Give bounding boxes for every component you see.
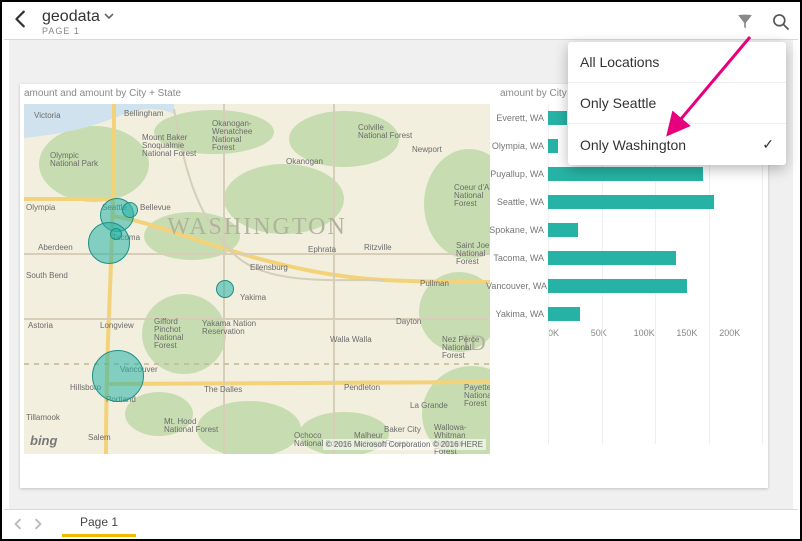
filter-option[interactable]: All Locations bbox=[568, 42, 786, 83]
filter-icon[interactable] bbox=[734, 11, 756, 33]
bar-row: Tacoma, WA bbox=[486, 244, 762, 272]
map-bubble[interactable] bbox=[110, 228, 122, 240]
page-subtitle: PAGE 1 bbox=[42, 26, 114, 36]
map-place-label: Nez Perce National Forest bbox=[442, 336, 479, 360]
map-bubble[interactable] bbox=[122, 202, 138, 218]
bing-logo: bing bbox=[30, 433, 57, 448]
map-credit: © 2016 Microsoft Corporation © 2016 HERE bbox=[323, 439, 486, 450]
tab-page-1[interactable]: Page 1 bbox=[62, 511, 136, 537]
bar[interactable] bbox=[548, 307, 580, 321]
back-icon[interactable] bbox=[10, 8, 32, 35]
bar-label: Everett, WA bbox=[486, 113, 548, 123]
bar-label: Spokane, WA bbox=[486, 225, 548, 235]
map-bubble[interactable] bbox=[92, 350, 144, 402]
filter-option-label: Only Seattle bbox=[580, 95, 656, 111]
map-place-label: Okanogan bbox=[286, 158, 323, 166]
map-place-label: Colville National Forest bbox=[358, 124, 412, 140]
axis-tick: 0K bbox=[548, 328, 591, 338]
state-label: WASHINGTON bbox=[167, 214, 347, 240]
bar-label: Vancouver, WA bbox=[486, 281, 548, 291]
axis-tick: 50K bbox=[591, 328, 634, 338]
report-title[interactable]: geodata bbox=[42, 8, 100, 26]
map-place-label: La Grande bbox=[410, 402, 448, 410]
map-chart-title: amount and amount by City + State bbox=[24, 88, 181, 99]
bar-row: Vancouver, WA bbox=[486, 272, 762, 300]
map-place-label: Salem bbox=[88, 434, 111, 442]
check-icon: ✓ bbox=[762, 136, 774, 153]
next-page-icon[interactable] bbox=[32, 516, 48, 532]
bar-row: Yakima, WA bbox=[486, 300, 762, 328]
filter-option-label: All Locations bbox=[580, 54, 659, 70]
map-place-label: Mount Baker Snoqualmie National Forest bbox=[142, 134, 196, 158]
map-visual[interactable]: WASHINGTON ID VictoriaBellinghamOkanogan… bbox=[24, 104, 490, 454]
bar[interactable] bbox=[548, 251, 676, 265]
search-icon[interactable] bbox=[770, 11, 792, 33]
bar[interactable] bbox=[548, 223, 578, 237]
filter-option[interactable]: Only Washington ✓ bbox=[568, 124, 786, 165]
map-place-label: Aberdeen bbox=[38, 244, 73, 252]
chevron-down-icon[interactable] bbox=[104, 8, 114, 26]
bar-row: Spokane, WA bbox=[486, 216, 762, 244]
bar-label: Olympia, WA bbox=[486, 141, 548, 151]
map-place-label: Mt. Hood National Forest bbox=[164, 418, 218, 434]
map-place-label: Walla Walla bbox=[330, 336, 372, 344]
axis-tick: 100K bbox=[634, 328, 677, 338]
bar[interactable] bbox=[548, 195, 714, 209]
bar[interactable] bbox=[548, 167, 703, 181]
map-place-label: Ephrata bbox=[308, 246, 336, 254]
map-place-label: Pullman bbox=[420, 280, 449, 288]
map-place-label: South Bend bbox=[26, 272, 68, 280]
top-bar: geodata PAGE 1 bbox=[4, 4, 798, 40]
filter-option-label: Only Washington bbox=[580, 137, 686, 153]
map-place-label: Newport bbox=[412, 146, 442, 154]
chart-x-axis: 0K50K100K150K200K bbox=[548, 328, 762, 338]
filter-option[interactable]: Only Seattle bbox=[568, 83, 786, 124]
map-place-label: Yakima bbox=[240, 294, 266, 302]
map-place-label: Gifford Pinchot National Forest bbox=[154, 318, 183, 350]
map-place-label: Astoria bbox=[28, 322, 53, 330]
map-place-label: Baker City bbox=[384, 426, 421, 434]
bar[interactable] bbox=[548, 139, 558, 153]
map-bubble[interactable] bbox=[216, 280, 234, 298]
map-place-label: Pendleton bbox=[344, 384, 380, 392]
map-place-label: Ellensburg bbox=[250, 264, 288, 272]
map-place-label: Olympia bbox=[26, 204, 55, 212]
map-place-label: Olympic National Park bbox=[50, 152, 98, 168]
bar[interactable] bbox=[548, 279, 687, 293]
bar-label: Puyallup, WA bbox=[486, 169, 548, 179]
map-place-label: Dayton bbox=[396, 318, 421, 326]
map-place-label: Longview bbox=[100, 322, 134, 330]
map-place-label: Ritzville bbox=[364, 244, 392, 252]
page-tabs: Page 1 bbox=[4, 509, 798, 537]
map-place-label: Yakama Nation Reservation bbox=[202, 320, 256, 336]
map-place-label: Coeur d'Alene National Forest bbox=[454, 184, 490, 208]
prev-page-icon[interactable] bbox=[12, 516, 28, 532]
axis-tick: 150K bbox=[676, 328, 719, 338]
bar-label: Tacoma, WA bbox=[486, 253, 548, 263]
bar-label: Yakima, WA bbox=[486, 309, 548, 319]
map-place-label: Bellingham bbox=[124, 110, 164, 118]
bar-row: Seattle, WA bbox=[486, 188, 762, 216]
map-place-label: Victoria bbox=[34, 112, 61, 120]
map-place-label: Saint Joe National Forest bbox=[456, 242, 489, 266]
map-place-label: Okanogan- Wenatchee National Forest bbox=[212, 120, 252, 152]
map-bubble[interactable] bbox=[88, 222, 130, 264]
axis-tick: 200K bbox=[719, 328, 762, 338]
map-place-label: Bellevue bbox=[140, 204, 171, 212]
location-filter-dropdown: All Locations Only Seattle Only Washington… bbox=[568, 42, 786, 165]
bar-label: Seattle, WA bbox=[486, 197, 548, 207]
map-place-label: The Dalles bbox=[204, 386, 242, 394]
map-place-label: Tillamook bbox=[26, 414, 60, 422]
bar[interactable] bbox=[548, 111, 567, 125]
